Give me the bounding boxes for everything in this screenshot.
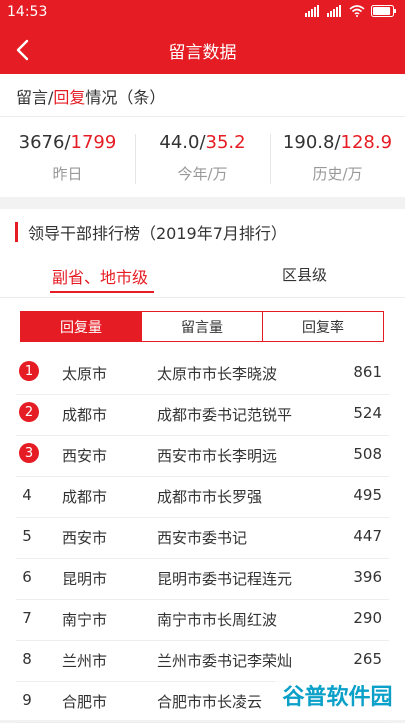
stat-messages: 3676 [18,132,65,153]
stat-label: 今年/万 [177,165,228,183]
summary-header-red: 回复 [53,88,86,107]
stat-value: 3676/1799 [0,132,135,153]
row-count: 524 [353,404,382,422]
ranking-row[interactable]: 4 成都市 成都市市长罗强 495 [16,476,389,518]
row-count: 290 [353,609,382,627]
app-bar: 留言数据 [0,26,405,74]
row-count: 447 [353,527,382,545]
rank-badge: 1 [19,361,39,381]
signal-icon-2 [327,5,341,17]
summary-card: 留言/回复情况（条） 3676/1799 昨日 44.0/35.2 今年/万 1… [0,74,405,197]
row-count: 508 [353,445,382,463]
segment-message-count[interactable]: 留言量 [141,312,262,341]
battery-icon [371,5,396,17]
stat-history: 190.8/128.9 历史/万 [270,132,405,184]
tab-city-level[interactable]: 副省、地市级 [52,264,148,288]
page-title: 留言数据 [168,43,237,63]
row-person: 西安市市长李明远 [157,447,278,465]
segment-reply-rate[interactable]: 回复率 [262,312,383,341]
ranking-row[interactable]: 2 成都市 成都市委书记范锐平 524 [16,394,389,436]
stat-replies: 35.2 [205,132,246,153]
status-bar: 14:53 [0,0,405,26]
row-city: 成都市 [62,488,108,506]
section-accent-bar [15,222,18,242]
row-count: 265 [353,650,382,668]
watermark-logo: 谷普软件园 [275,677,400,713]
rank-number: 7 [22,609,32,627]
row-city: 昆明市 [62,570,108,588]
rank-badge: 3 [19,443,39,463]
wifi-icon [349,5,365,17]
stat-messages: 190.8 [282,132,335,153]
tab-county-level[interactable]: 区县级 [282,264,327,285]
ranking-title: 领导干部排行榜（2019年7月排行） [28,224,287,243]
stat-yesterday: 3676/1799 昨日 [0,132,135,184]
rank-number: 8 [22,650,32,668]
summary-header: 留言/回复情况（条） [16,84,165,108]
rank-number: 6 [22,568,32,586]
row-city: 合肥市 [62,693,108,711]
tabs-divider [0,297,405,298]
ranking-row[interactable]: 7 南宁市 南宁市市长周红波 290 [16,599,389,641]
status-time: 14:53 [7,4,48,20]
stat-label: 昨日 [52,165,83,183]
stat-replies: 1799 [70,132,117,153]
ranking-card: 领导干部排行榜（2019年7月排行） 副省、地市级 区县级 回复量 留言量 回复… [0,209,405,723]
rank-badge: 2 [19,402,39,422]
signal-icon [305,5,319,17]
stat-value: 190.8/128.9 [270,132,405,153]
row-city: 南宁市 [62,611,108,629]
status-icons [305,5,397,17]
summary-divider [0,116,405,117]
active-tab-indicator [50,291,154,293]
row-city: 西安市 [62,447,108,465]
row-person: 太原市市长李晓波 [157,365,278,383]
row-count: 495 [353,486,382,504]
stat-replies: 128.9 [340,132,393,153]
stat-this-year: 44.0/35.2 今年/万 [135,132,270,184]
row-person: 南宁市市长周红波 [157,611,278,629]
summary-header-prefix: 留言/ [16,88,54,107]
level-tabs: 副省、地市级 区县级 [0,256,405,294]
row-person: 成都市市长罗强 [157,488,263,506]
row-person: 昆明市委书记程连元 [157,570,293,588]
row-person: 兰州市委书记李荣灿 [157,652,293,670]
row-person: 西安市委书记 [157,529,248,547]
ranking-row[interactable]: 1 太原市 太原市市长李晓波 861 [16,353,389,395]
stat-label: 历史/万 [312,165,363,183]
row-person: 合肥市市长凌云 [157,693,263,711]
stat-messages: 44.0 [159,132,200,153]
row-count: 396 [353,568,382,586]
row-city: 西安市 [62,529,108,547]
ranking-row[interactable]: 5 西安市 西安市委书记 447 [16,517,389,559]
ranking-row[interactable]: 6 昆明市 昆明市委书记程连元 396 [16,558,389,600]
stat-value: 44.0/35.2 [135,132,270,153]
row-city: 成都市 [62,406,108,424]
row-person: 成都市委书记范锐平 [157,406,293,424]
rank-number: 4 [22,486,32,504]
row-city: 兰州市 [62,652,108,670]
rank-number: 9 [22,691,32,709]
ranking-row[interactable]: 3 西安市 西安市市长李明远 508 [16,435,389,477]
row-count: 861 [353,363,382,381]
ranking-row[interactable]: 8 兰州市 兰州市委书记李荣灿 265 [16,640,389,682]
summary-header-suffix: 情况（条） [85,88,166,107]
rank-number: 5 [22,527,32,545]
metric-segmented-control: 回复量 留言量 回复率 [20,311,384,342]
segment-reply-count[interactable]: 回复量 [21,312,141,341]
row-city: 太原市 [62,365,108,383]
